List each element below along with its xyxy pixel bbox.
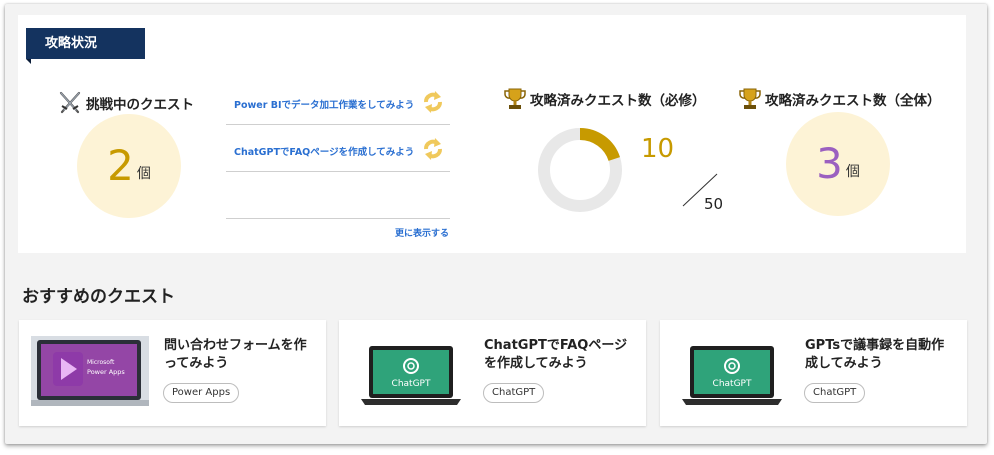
quest-card-tag: ChatGPT: [804, 383, 866, 403]
trophy-icon: [504, 86, 526, 116]
quest-link-label[interactable]: ChatGPTでFAQページを作成してみよう: [234, 144, 414, 158]
quest-card[interactable]: ChatGPT GPTsで議事録を自動作成してみよう ChatGPT: [660, 320, 967, 426]
in-progress-sync-icon: [422, 137, 444, 165]
show-more-link[interactable]: 更に表示する: [395, 226, 449, 239]
thumb-label: ChatGPT: [713, 379, 752, 389]
thumb-line: Microsoft: [87, 359, 115, 366]
in-progress-count-circle: 2 個: [77, 114, 181, 218]
quest-card[interactable]: Microsoft Power Apps 問い合わせフォームを作ってみよう Po…: [19, 320, 326, 426]
quest-link-item[interactable]: ChatGPTでFAQページを作成してみよう: [226, 125, 450, 172]
chatgpt-laptop-icon: ChatGPT: [682, 344, 782, 410]
trophy-icon: [739, 86, 761, 116]
required-progress-donut: [538, 128, 622, 212]
status-panel: 攻略状況 挑戦中のクエスト 2 個 Power BIでデータ加工作業をしてみよう…: [18, 15, 966, 253]
power-apps-thumbnail: Microsoft Power Apps: [31, 336, 149, 410]
in-progress-sync-icon: [422, 90, 444, 118]
quest-card[interactable]: ChatGPT ChatGPTでFAQページを作成してみよう ChatGPT: [339, 320, 646, 426]
overall-count: 3: [816, 139, 843, 188]
chatgpt-laptop-icon: ChatGPT: [361, 344, 461, 410]
quest-link-item[interactable]: Power BIでデータ加工作業をしてみよう: [226, 78, 450, 125]
overall-unit: 個: [845, 164, 860, 180]
required-done-count: 10: [641, 134, 675, 164]
quest-card-tag: ChatGPT: [483, 383, 545, 403]
required-total-count: 50: [704, 195, 724, 213]
quest-link-empty: [226, 172, 450, 219]
overall-count-circle: 3 個: [786, 112, 890, 216]
in-progress-count: 2: [107, 141, 134, 190]
crossed-swords-icon: [58, 90, 82, 120]
thumb-label: ChatGPT: [392, 379, 431, 389]
in-progress-unit: 個: [136, 166, 151, 182]
recommended-title: おすすめのクエスト: [22, 287, 175, 307]
quest-link-label[interactable]: Power BIでデータ加工作業をしてみよう: [234, 97, 414, 111]
overall-title-text: 攻略済みクエスト数（全体）: [765, 93, 941, 109]
quest-card-tag: Power Apps: [163, 383, 240, 403]
dashboard-frame: 攻略状況 挑戦中のクエスト 2 個 Power BIでデータ加工作業をしてみよう…: [5, 4, 987, 444]
required-title-text: 攻略済みクエスト数（必修）: [530, 93, 706, 109]
in-progress-title-text: 挑戦中のクエスト: [86, 97, 194, 113]
thumb-line: Power Apps: [87, 368, 125, 376]
quest-card-title[interactable]: GPTsで議事録を自動作成してみよう: [805, 337, 955, 373]
required-title: 攻略済みクエスト数（必修）: [504, 86, 706, 116]
quest-card-title[interactable]: ChatGPTでFAQページを作成してみよう: [484, 337, 634, 373]
quest-card-title[interactable]: 問い合わせフォームを作ってみよう: [164, 337, 314, 373]
status-tag: 攻略状況: [26, 28, 145, 64]
